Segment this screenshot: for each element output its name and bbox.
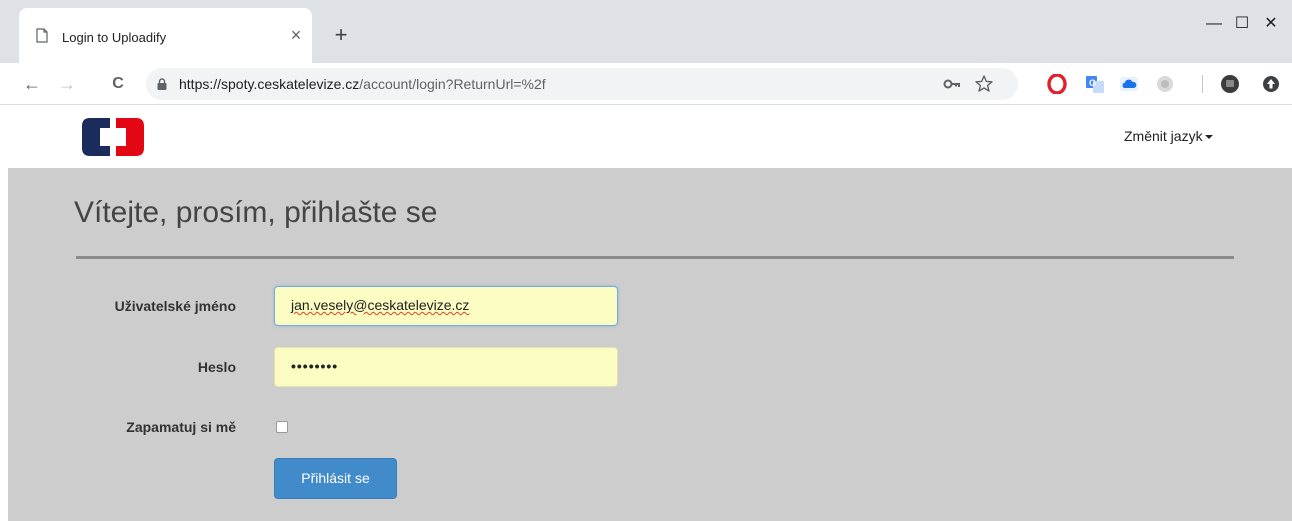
language-menu[interactable]: Změnit jazyk (1124, 128, 1213, 144)
username-field[interactable]: jan.vesely@ceskatelevize.cz (274, 286, 618, 326)
new-tab-button[interactable]: + (330, 24, 352, 46)
grey-ext-icon[interactable] (1155, 74, 1175, 94)
divider (76, 256, 1234, 259)
password-label: Heslo (197, 359, 236, 375)
remember-checkbox[interactable] (276, 421, 288, 433)
address-bar[interactable]: https://spoty.ceskatelevize.cz/account/l… (146, 68, 1018, 100)
close-window-button[interactable]: ✕ (1256, 12, 1286, 36)
browser-tab[interactable]: Login to Uploadify × (19, 8, 312, 63)
translate-icon[interactable]: G (1085, 74, 1105, 94)
reload-button[interactable]: C (106, 72, 130, 96)
maximize-button[interactable]: ☐ (1227, 12, 1257, 36)
star-icon[interactable] (974, 74, 994, 94)
password-field[interactable]: •••••••• (274, 347, 618, 387)
ceska-televize-logo[interactable] (82, 118, 144, 156)
forward-button[interactable]: → (55, 72, 79, 96)
site-header: Změnit jazyk (0, 106, 1292, 168)
minimize-button[interactable]: — (1199, 12, 1229, 36)
back-button[interactable]: ← (20, 72, 44, 96)
tab-close-icon[interactable]: × (287, 25, 305, 45)
toolbar-separator (1202, 75, 1203, 93)
key-icon[interactable] (942, 74, 962, 94)
chevron-down-icon (1204, 135, 1213, 140)
url-path: /account/login?ReturnUrl=%2f (359, 76, 546, 92)
remember-label: Zapamatuj si mě (126, 419, 236, 435)
svg-text:G: G (1089, 78, 1096, 88)
opera-icon[interactable] (1047, 74, 1067, 94)
url-text[interactable]: https://spoty.ceskatelevize.cz/account/l… (179, 76, 546, 92)
lock-icon (157, 78, 167, 90)
url-host: https://spoty.ceskatelevize.cz (179, 76, 360, 92)
login-button[interactable]: Přihlásit se (274, 458, 397, 499)
profile-avatar[interactable] (1220, 74, 1240, 94)
password-value: •••••••• (291, 358, 339, 374)
username-label: Uživatelské jméno (114, 298, 236, 314)
browser-toolbar: ← → C https://spoty.ceskatelevize.cz/acc… (0, 63, 1292, 105)
username-value: jan.vesely@ceskatelevize.cz (291, 297, 470, 313)
login-panel: Vítejte, prosím, přihlašte se Uživatelsk… (8, 168, 1292, 521)
tab-title: Login to Uploadify (62, 30, 167, 45)
page-title: Vítejte, prosím, přihlašte se (74, 196, 438, 229)
language-menu-label: Změnit jazyk (1124, 128, 1203, 144)
tab-strip: Login to Uploadify × + — ☐ ✕ (0, 0, 1292, 63)
update-icon[interactable] (1261, 74, 1281, 94)
cloud-icon[interactable] (1119, 74, 1139, 94)
page-icon (36, 28, 48, 43)
